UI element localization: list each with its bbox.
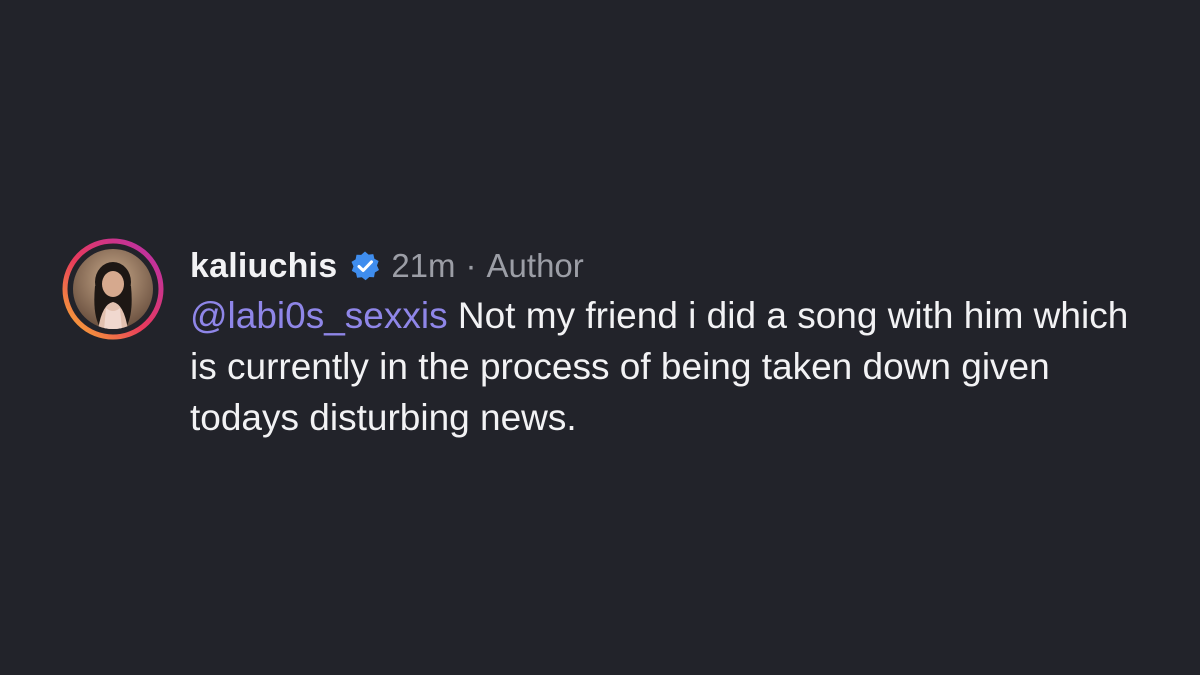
- mention-link[interactable]: @labi0s_sexxis: [190, 295, 448, 336]
- avatar-image: [62, 238, 164, 340]
- timestamp: 21m: [391, 247, 456, 284]
- separator-dot: ·: [465, 247, 477, 284]
- comment-text: @labi0s_sexxis Not my friend i did a son…: [190, 290, 1150, 443]
- comment: kaliuchis 21m · Author @labi0s_sexxis No…: [62, 238, 1172, 443]
- avatar[interactable]: [62, 238, 164, 340]
- comment-body: kaliuchis 21m · Author @labi0s_sexxis No…: [190, 238, 1172, 443]
- author-label: Author: [486, 247, 584, 284]
- comment-meta: kaliuchis 21m · Author: [190, 244, 1172, 288]
- username[interactable]: kaliuchis: [190, 247, 337, 286]
- verified-badge-icon: [349, 250, 381, 282]
